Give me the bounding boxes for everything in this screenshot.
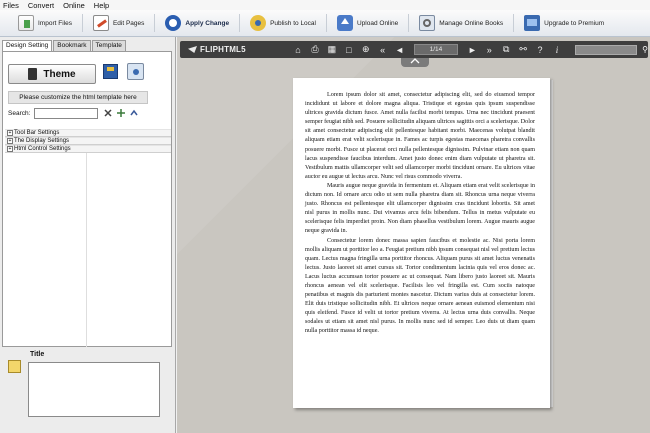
design-setting-panel: Theme Please customize the html template… [2,51,172,347]
upload-online-icon [336,15,353,31]
tab-bookmark[interactable]: Bookmark [53,40,91,51]
settings-search-input[interactable] [34,108,98,119]
import-files-icon [18,15,34,31]
upgrade-premium-button[interactable]: Upgrade to Premium [520,12,608,34]
next-page-icon[interactable]: ► [468,45,477,55]
menu-files[interactable]: Files [3,1,19,10]
toolbar-divider [513,14,515,32]
edit-pages-icon [92,15,109,31]
toolbar-divider [81,14,83,32]
publish-local-icon [250,15,267,31]
publish-local-button[interactable]: Publish to Local [246,12,320,34]
menu-help[interactable]: Help [94,1,109,10]
book-page: Lorem ipsum dolor sit amet, consectetur … [293,78,550,408]
toolbar-divider [408,14,410,32]
title-label: Title [30,351,45,358]
page-edge-shadow [550,80,553,407]
upload-online-button[interactable]: Upload Online [333,12,402,34]
apply-change-button[interactable]: Apply Change [161,12,233,34]
menu-online[interactable]: Online [63,1,85,10]
home-icon[interactable]: ⌂ [294,45,303,55]
expand-tree-icon[interactable] [116,108,126,118]
title-description-area: Title [2,347,172,431]
viewer-search-input[interactable] [575,44,638,55]
manage-books-label: Manage Online Books [439,19,504,27]
share-icon[interactable]: ⚯ [519,44,528,55]
upgrade-premium-label: Upgrade to Premium [544,19,605,27]
tree-item-display-settings[interactable]: + The Display Settings [5,137,171,145]
search-label: Search: [8,110,31,117]
tree-item-label: Html Control Settings [14,146,71,152]
zoom-icon[interactable]: ⊕ [361,44,370,55]
theme-button[interactable]: Theme [8,64,96,84]
upload-online-label: Upload Online [356,19,399,27]
manage-online-books-button[interactable]: Manage Online Books [415,12,507,34]
upgrade-premium-icon [524,15,541,31]
toolbar-divider [239,14,241,32]
tree-item-html-control-settings[interactable]: + Html Control Settings [5,145,171,153]
theme-label: Theme [43,68,76,80]
print-icon[interactable]: ⎙ [310,44,319,55]
last-page-icon[interactable]: » [485,45,494,55]
clear-search-icon[interactable] [103,108,113,118]
apply-change-label: Apply Change [185,19,230,27]
note-icon [8,360,21,373]
help-icon[interactable]: ? [536,45,545,55]
first-page-icon[interactable]: « [378,45,387,55]
manage-books-icon [419,15,436,31]
page-paragraph: Lorem ipsum dolor sit amet, consectetur … [305,92,535,180]
import-theme-icon[interactable] [127,63,144,80]
tree-item-label: Tool Bar Settings [14,130,60,136]
publish-local-label: Publish to Local [270,19,316,27]
save-theme-icon[interactable] [103,64,118,79]
settings-tabs: Design Setting Bookmark Template [2,40,127,52]
import-files-button[interactable]: Import Files [14,12,76,34]
book-icon [28,68,38,80]
toolbar-divider [154,14,156,32]
tab-template[interactable]: Template [91,40,126,51]
edit-pages-label: Edit Pages [112,19,145,27]
tree-item-tool-bar-settings[interactable]: + Tool Bar Settings [5,129,171,137]
settings-tree: + Tool Bar Settings + The Display Settin… [5,129,171,153]
info-icon[interactable]: i [553,45,562,55]
expand-plus-icon[interactable]: + [7,138,13,144]
thumbnails-icon[interactable]: ▦ [327,44,337,55]
main-toolbar: Import Files Edit Pages Apply Change Pub… [0,10,650,37]
customize-template-notice: Please customize the html template here [8,91,148,104]
tree-item-label: The Display Settings [14,138,70,144]
previous-page-icon[interactable]: ◄ [395,45,404,55]
viewer-toolbar: FLIPHTML5 ⌂ ⎙ ▦ □ ⊕ « ◄ 1/14 ► » ⧉ ⚯ ? i… [180,41,648,58]
page-paragraph: Consectetur lorem donec massa sapien fau… [305,237,535,335]
page-paragraph: Mauris augue neque gravida in fermentum … [305,182,535,235]
logo-icon [188,46,197,53]
left-settings-panel: Design Setting Bookmark Template Theme P… [0,37,176,433]
chevron-up-icon [410,58,420,64]
fullscreen-icon[interactable]: ⧉ [502,44,511,55]
expand-plus-icon[interactable]: + [7,130,13,136]
edit-pages-button[interactable]: Edit Pages [89,12,148,34]
tree-column-divider [86,129,87,347]
menu-bar: Files Convert Online Help [0,0,650,10]
page-indicator[interactable]: 1/14 [414,44,458,55]
search-icon[interactable]: ⚲ [642,45,648,54]
apply-change-icon [165,15,182,31]
toolbar-divider [325,14,327,32]
import-files-label: Import Files [38,19,72,27]
bookmark-icon[interactable]: □ [344,45,353,55]
logo-text: FLIPHTML5 [200,45,246,54]
expand-plus-icon[interactable]: + [7,146,13,152]
title-description-box[interactable] [28,362,160,417]
flipbook-preview: FLIPHTML5 ⌂ ⎙ ▦ □ ⊕ « ◄ 1/14 ► » ⧉ ⚯ ? i… [177,37,650,433]
collapse-tree-icon[interactable] [129,108,139,118]
collapse-toolbar-tab[interactable] [401,58,429,67]
menu-convert[interactable]: Convert [28,1,54,10]
fliphtml5-logo: FLIPHTML5 [188,45,246,54]
